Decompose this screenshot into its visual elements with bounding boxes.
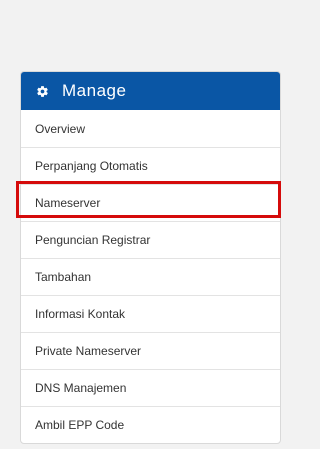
menu-item-ambil-epp-code[interactable]: Ambil EPP Code (21, 406, 280, 443)
manage-panel: Manage Overview Perpanjang Otomatis Name… (16, 71, 281, 444)
menu-item-overview[interactable]: Overview (21, 110, 280, 147)
menu-item-informasi-kontak[interactable]: Informasi Kontak (21, 295, 280, 332)
menu-item-dns-manajemen[interactable]: DNS Manajemen (21, 369, 280, 406)
panel-title: Manage (62, 81, 127, 100)
panel-header: Manage (21, 72, 280, 110)
menu-item-perpanjang-otomatis[interactable]: Perpanjang Otomatis (21, 147, 280, 184)
menu-item-private-nameserver[interactable]: Private Nameserver (21, 332, 280, 369)
gear-icon (36, 85, 49, 98)
menu-item-tambahan[interactable]: Tambahan (21, 258, 280, 295)
menu-item-penguncian-registrar[interactable]: Penguncian Registrar (21, 221, 280, 258)
menu-item-nameserver[interactable]: Nameserver (16, 181, 281, 221)
manage-menu: Overview Perpanjang Otomatis Nameserver … (16, 110, 281, 443)
